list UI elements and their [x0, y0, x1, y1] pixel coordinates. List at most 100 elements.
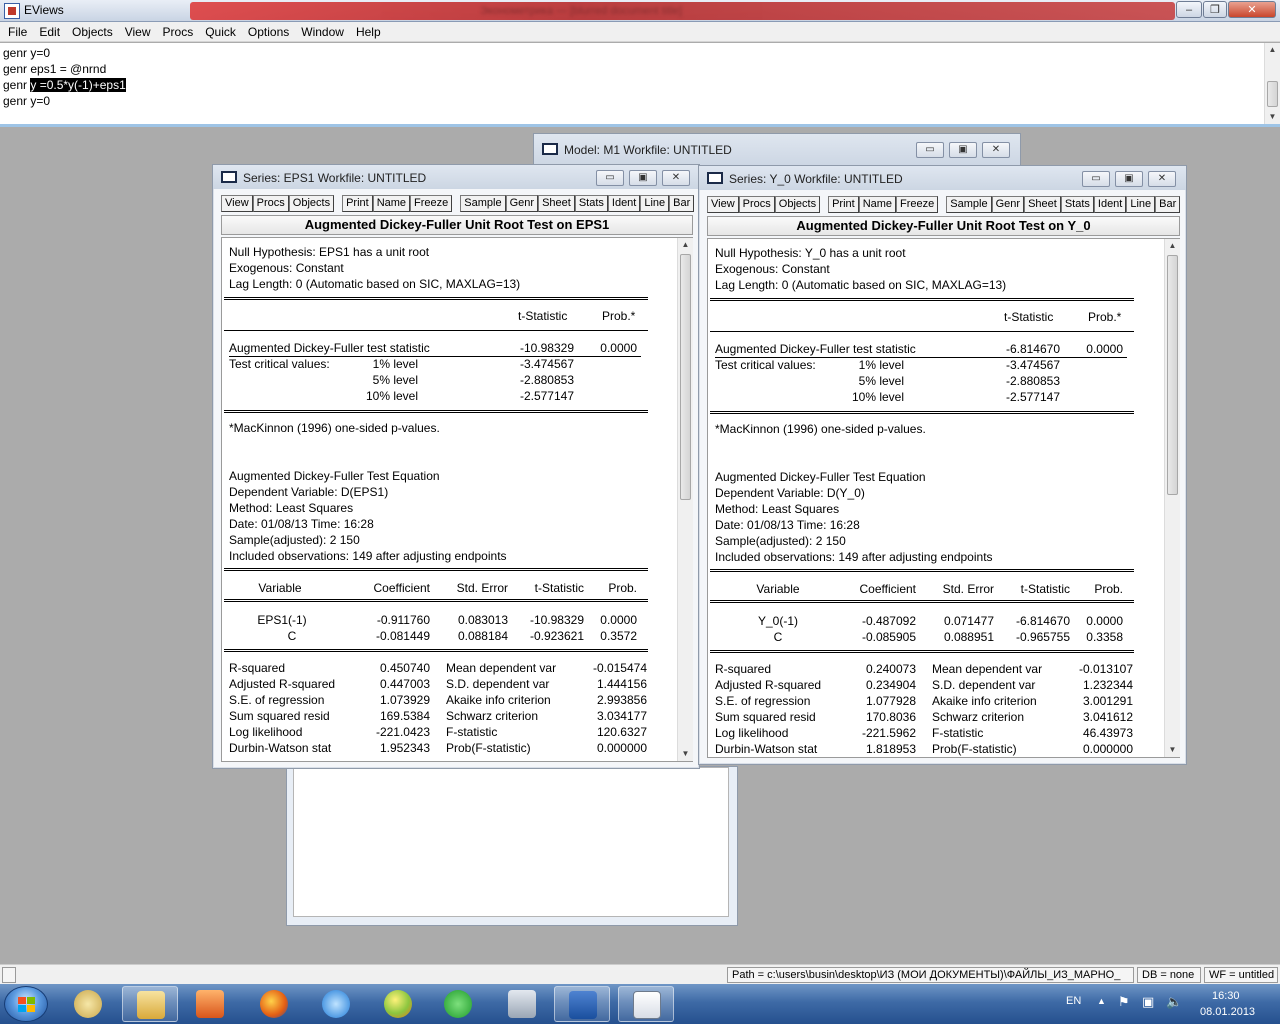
word-icon[interactable]	[554, 986, 610, 1022]
calculator-icon[interactable]	[494, 986, 550, 1022]
show-hidden-icons-icon[interactable]: ▲	[1097, 996, 1106, 1006]
name-button[interactable]: Name	[372, 195, 411, 212]
stats-button[interactable]: Stats	[1060, 196, 1094, 213]
name-button[interactable]: Name	[858, 196, 897, 213]
bar-button[interactable]: Bar	[1155, 196, 1181, 213]
media-player-icon[interactable]	[182, 986, 238, 1022]
view-button[interactable]: View	[707, 196, 739, 213]
sample-button[interactable]: Sample	[460, 195, 506, 212]
close-button[interactable]: ✕	[982, 142, 1010, 158]
stat-label: Schwarz criterion	[932, 710, 1025, 724]
close-button[interactable]: ✕	[662, 170, 690, 186]
close-button[interactable]: ✕	[1148, 171, 1176, 187]
scroll-thumb[interactable]	[1267, 81, 1278, 107]
t-stat-header: t-Statistic	[1004, 310, 1054, 324]
status-indicator	[2, 967, 16, 983]
stats-button[interactable]: Stats	[574, 195, 608, 212]
coef-prob: 0.0000	[1086, 614, 1123, 628]
menu-quick[interactable]: Quick	[199, 25, 242, 39]
stat-value: 1.818953	[865, 742, 916, 756]
procs-button[interactable]: Procs	[252, 195, 289, 212]
command-line: genr y =0.5*y(-1)+eps1	[3, 78, 126, 92]
command-window[interactable]: genr y=0 genr eps1 = @nrnd genr y =0.5*y…	[0, 43, 1280, 127]
y0-scrollbar[interactable]: ▲ ▼	[1164, 239, 1180, 757]
menu-file[interactable]: File	[2, 25, 33, 39]
scroll-thumb[interactable]	[1167, 255, 1178, 495]
minimize-button[interactable]: ▭	[1082, 171, 1110, 187]
crit-level: 1% level	[858, 358, 904, 372]
dependent-variable: Dependent Variable: D(EPS1)	[229, 485, 389, 499]
menu-objects[interactable]: Objects	[66, 25, 119, 39]
maximize-button[interactable]: ▣	[1115, 171, 1143, 187]
line-button[interactable]: Line	[640, 195, 670, 212]
eps1-scrollbar[interactable]: ▲ ▼	[677, 238, 693, 761]
line-button[interactable]: Line	[1126, 196, 1156, 213]
ident-button[interactable]: Ident	[1093, 196, 1127, 213]
adf-header: Augmented Dickey-Fuller Unit Root Test o…	[221, 215, 693, 235]
close-button[interactable]: ✕	[1228, 1, 1276, 18]
minimize-button[interactable]: ▭	[596, 170, 624, 186]
scroll-up-icon[interactable]: ▲	[678, 238, 693, 252]
window-icon	[221, 171, 237, 183]
browser-ball-icon[interactable]	[370, 986, 426, 1022]
null-hypothesis: Null Hypothesis: Y_0 has a unit root	[715, 246, 906, 260]
internet-explorer-icon[interactable]	[308, 986, 364, 1022]
objects-button[interactable]: Objects	[774, 196, 821, 213]
network-icon[interactable]: ▣	[1142, 994, 1154, 1010]
maximize-button[interactable]: ▣	[629, 170, 657, 186]
freeze-button[interactable]: Freeze	[896, 196, 939, 213]
menu-procs[interactable]: Procs	[157, 25, 200, 39]
start-button[interactable]	[4, 986, 48, 1022]
menu-help[interactable]: Help	[350, 25, 387, 39]
eps1-toolbar: View Procs Objects Print Name Freeze Sam…	[221, 195, 695, 212]
procs-button[interactable]: Procs	[738, 196, 775, 213]
objects-button[interactable]: Objects	[288, 195, 335, 212]
genr-button[interactable]: Genr	[505, 195, 539, 212]
minimize-button[interactable]: ▭	[916, 142, 944, 158]
print-button[interactable]: Print	[342, 195, 373, 212]
menu-view[interactable]: View	[119, 25, 157, 39]
view-button[interactable]: View	[221, 195, 253, 212]
command-line: genr eps1 = @nrnd	[3, 62, 107, 76]
print-button[interactable]: Print	[828, 196, 859, 213]
scroll-thumb[interactable]	[680, 254, 691, 500]
windows-explorer-icon[interactable]	[122, 986, 178, 1022]
scroll-down-icon[interactable]: ▼	[1265, 110, 1280, 124]
series-y0-window[interactable]: Series: Y_0 Workfile: UNTITLED ▭ ▣ ✕ Vie…	[698, 165, 1187, 765]
sample-button[interactable]: Sample	[946, 196, 992, 213]
menu-options[interactable]: Options	[242, 25, 295, 39]
scroll-up-icon[interactable]: ▲	[1165, 239, 1180, 253]
clock-time[interactable]: 16:30	[1212, 990, 1240, 1002]
firefox-icon[interactable]	[246, 986, 302, 1022]
genr-button[interactable]: Genr	[991, 196, 1025, 213]
crit-value: -2.880853	[519, 373, 574, 387]
ident-button[interactable]: Ident	[607, 195, 641, 212]
series-eps1-window[interactable]: Series: EPS1 Workfile: UNTITLED ▭ ▣ ✕ Vi…	[212, 164, 700, 769]
scroll-down-icon[interactable]: ▼	[678, 747, 693, 761]
minimize-button[interactable]: ‒	[1176, 1, 1202, 18]
stat-value: 170.8036	[865, 710, 916, 724]
language-indicator[interactable]: EN	[1066, 995, 1081, 1007]
freeze-button[interactable]: Freeze	[410, 195, 453, 212]
paint-icon[interactable]	[60, 986, 116, 1022]
coef-se: 0.083013	[457, 613, 508, 627]
restore-button[interactable]: ❐	[1203, 1, 1227, 18]
action-center-flag-icon[interactable]: ⚑	[1118, 994, 1130, 1010]
model-window[interactable]: Model: M1 Workfile: UNTITLED ▭ ▣ ✕	[533, 133, 1021, 167]
menu-edit[interactable]: Edit	[33, 25, 66, 39]
mail-agent-icon[interactable]	[430, 986, 486, 1022]
scroll-up-icon[interactable]: ▲	[1265, 43, 1280, 57]
eviews-taskbar-icon[interactable]	[618, 986, 674, 1022]
command-scrollbar[interactable]: ▲ ▼	[1264, 43, 1280, 124]
sheet-button[interactable]: Sheet	[538, 195, 575, 212]
sheet-button[interactable]: Sheet	[1024, 196, 1061, 213]
clock-date[interactable]: 08.01.2013	[1200, 1006, 1255, 1018]
maximize-button[interactable]: ▣	[949, 142, 977, 158]
crit-level: 10% level	[365, 389, 418, 403]
volume-icon[interactable]: 🔈	[1166, 994, 1182, 1010]
scroll-down-icon[interactable]: ▼	[1165, 743, 1180, 757]
critical-values-label: Test critical values:	[715, 358, 816, 372]
menu-window[interactable]: Window	[295, 25, 350, 39]
bar-button[interactable]: Bar	[669, 195, 695, 212]
crit-value: -3.474567	[1005, 358, 1060, 372]
